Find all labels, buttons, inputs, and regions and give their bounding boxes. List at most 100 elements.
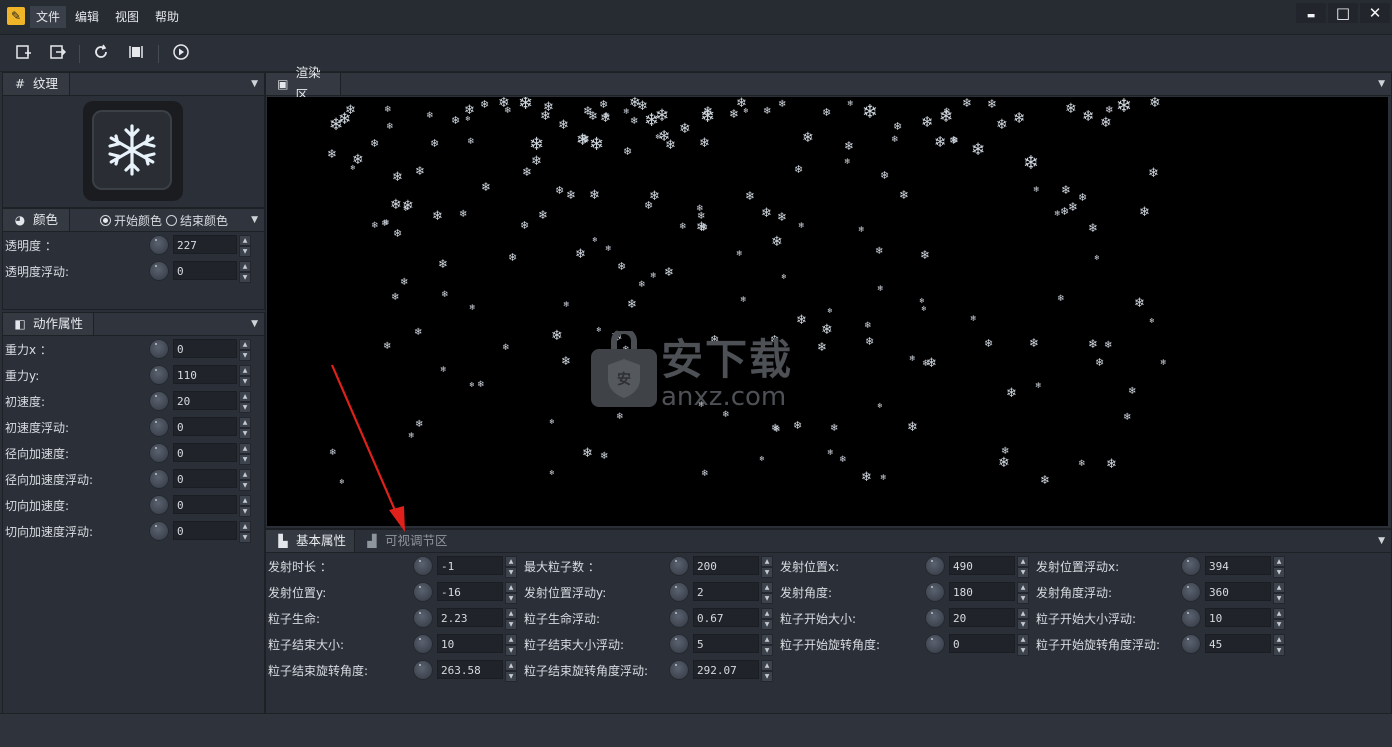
spin-down-icon[interactable]: ▼ — [239, 350, 251, 361]
spin-up-icon[interactable]: ▲ — [505, 582, 517, 593]
spin-box[interactable]: ▲ ▼ — [239, 495, 251, 517]
dial-knob[interactable] — [413, 556, 433, 576]
value-input[interactable]: 10 — [437, 634, 503, 653]
value-input[interactable]: 0 — [173, 261, 237, 280]
dial-knob[interactable] — [149, 261, 169, 281]
spin-box[interactable]: ▲ ▼ — [505, 582, 517, 604]
value-input[interactable]: 110 — [173, 365, 237, 384]
spin-down-icon[interactable]: ▼ — [761, 645, 773, 656]
value-input[interactable]: 0.67 — [693, 608, 759, 627]
spin-box[interactable]: ▲ ▼ — [239, 443, 251, 465]
spin-up-icon[interactable]: ▲ — [239, 469, 251, 480]
spin-box[interactable]: ▲ ▼ — [239, 339, 251, 361]
spin-up-icon[interactable]: ▲ — [505, 608, 517, 619]
spin-up-icon[interactable]: ▲ — [1273, 634, 1285, 645]
value-input[interactable]: 5 — [693, 634, 759, 653]
dial-knob[interactable] — [925, 556, 945, 576]
spin-down-icon[interactable]: ▼ — [1017, 645, 1029, 656]
radio-start-indicator[interactable] — [100, 214, 111, 226]
value-input[interactable]: 0 — [173, 521, 237, 540]
spin-down-icon[interactable]: ▼ — [1273, 567, 1285, 578]
spin-up-icon[interactable]: ▲ — [239, 339, 251, 350]
spin-down-icon[interactable]: ▼ — [239, 246, 251, 257]
spin-box[interactable]: ▲ ▼ — [239, 235, 251, 257]
spin-up-icon[interactable]: ▲ — [761, 582, 773, 593]
spin-down-icon[interactable]: ▼ — [505, 593, 517, 604]
spin-box[interactable]: ▲ ▼ — [239, 417, 251, 439]
spin-up-icon[interactable]: ▲ — [239, 443, 251, 454]
spin-down-icon[interactable]: ▼ — [239, 454, 251, 465]
spin-box[interactable]: ▲ ▼ — [505, 660, 517, 682]
spin-up-icon[interactable]: ▲ — [239, 521, 251, 532]
dial-knob[interactable] — [925, 582, 945, 602]
spin-up-icon[interactable]: ▲ — [505, 634, 517, 645]
dial-knob[interactable] — [413, 582, 433, 602]
value-input[interactable]: 227 — [173, 235, 237, 254]
spin-box[interactable]: ▲ ▼ — [239, 469, 251, 491]
value-input[interactable]: -16 — [437, 582, 503, 601]
spin-down-icon[interactable]: ▼ — [239, 402, 251, 413]
texture-preview[interactable] — [83, 101, 183, 201]
spin-box[interactable]: ▲ ▼ — [1017, 634, 1029, 656]
spin-down-icon[interactable]: ▼ — [239, 376, 251, 387]
spin-down-icon[interactable]: ▼ — [505, 567, 517, 578]
dial-knob[interactable] — [149, 495, 169, 515]
spin-up-icon[interactable]: ▲ — [239, 365, 251, 376]
value-input[interactable]: 360 — [1205, 582, 1271, 601]
spin-up-icon[interactable]: ▲ — [1273, 608, 1285, 619]
chevron-down-icon[interactable]: ▼ — [251, 79, 258, 89]
spin-down-icon[interactable]: ▼ — [1017, 619, 1029, 630]
spin-up-icon[interactable]: ▲ — [1017, 608, 1029, 619]
dial-knob[interactable] — [413, 634, 433, 654]
dial-knob[interactable] — [669, 634, 689, 654]
spin-down-icon[interactable]: ▼ — [761, 671, 773, 682]
spin-down-icon[interactable]: ▼ — [761, 593, 773, 604]
spin-down-icon[interactable]: ▼ — [239, 532, 251, 543]
spin-up-icon[interactable]: ▲ — [761, 634, 773, 645]
spin-down-icon[interactable]: ▼ — [1273, 645, 1285, 656]
dial-knob[interactable] — [413, 660, 433, 680]
value-input[interactable]: 45 — [1205, 634, 1271, 653]
dial-knob[interactable] — [149, 469, 169, 489]
menu-help[interactable]: 帮助 — [149, 6, 185, 28]
spin-box[interactable]: ▲ ▼ — [505, 556, 517, 578]
value-input[interactable]: 20 — [949, 608, 1015, 627]
value-input[interactable]: -1 — [437, 556, 503, 575]
spin-down-icon[interactable]: ▼ — [239, 480, 251, 491]
spin-up-icon[interactable]: ▲ — [239, 495, 251, 506]
tab-motion[interactable]: ◧ 动作属性 — [3, 313, 94, 335]
dial-knob[interactable] — [413, 608, 433, 628]
refresh-button[interactable] — [90, 43, 112, 63]
spin-down-icon[interactable]: ▼ — [505, 671, 517, 682]
radio-end-indicator[interactable] — [166, 214, 178, 226]
chevron-down-icon[interactable]: ▼ — [251, 319, 258, 329]
spin-box[interactable]: ▲ ▼ — [1273, 634, 1285, 656]
new-file-button[interactable] — [12, 43, 34, 63]
value-input[interactable]: 0 — [173, 443, 237, 462]
dial-knob[interactable] — [149, 339, 169, 359]
spin-box[interactable]: ▲ ▼ — [1017, 608, 1029, 630]
spin-box[interactable]: ▲ ▼ — [761, 582, 773, 604]
spin-up-icon[interactable]: ▲ — [505, 556, 517, 567]
dial-knob[interactable] — [149, 365, 169, 385]
value-input[interactable]: 2.23 — [437, 608, 503, 627]
spin-box[interactable]: ▲ ▼ — [1273, 608, 1285, 630]
dial-knob[interactable] — [669, 556, 689, 576]
chevron-down-icon[interactable]: ▼ — [251, 215, 258, 225]
dial-knob[interactable] — [1181, 556, 1201, 576]
value-input[interactable]: 0 — [173, 469, 237, 488]
spin-up-icon[interactable]: ▲ — [1017, 582, 1029, 593]
spin-down-icon[interactable]: ▼ — [239, 272, 251, 283]
spin-up-icon[interactable]: ▲ — [239, 261, 251, 272]
spin-box[interactable]: ▲ ▼ — [239, 261, 251, 283]
menu-view[interactable]: 视图 — [109, 6, 145, 28]
spin-box[interactable]: ▲ ▼ — [505, 634, 517, 656]
tab-color[interactable]: ◕ 颜色 — [3, 209, 70, 231]
export-button[interactable] — [46, 43, 68, 63]
spin-box[interactable]: ▲ ▼ — [1273, 582, 1285, 604]
spin-box[interactable]: ▲ ▼ — [239, 521, 251, 543]
spin-up-icon[interactable]: ▲ — [1273, 556, 1285, 567]
chevron-down-icon[interactable]: ▼ — [1378, 536, 1385, 546]
value-input[interactable]: 0 — [173, 417, 237, 436]
value-input[interactable]: 20 — [173, 391, 237, 410]
